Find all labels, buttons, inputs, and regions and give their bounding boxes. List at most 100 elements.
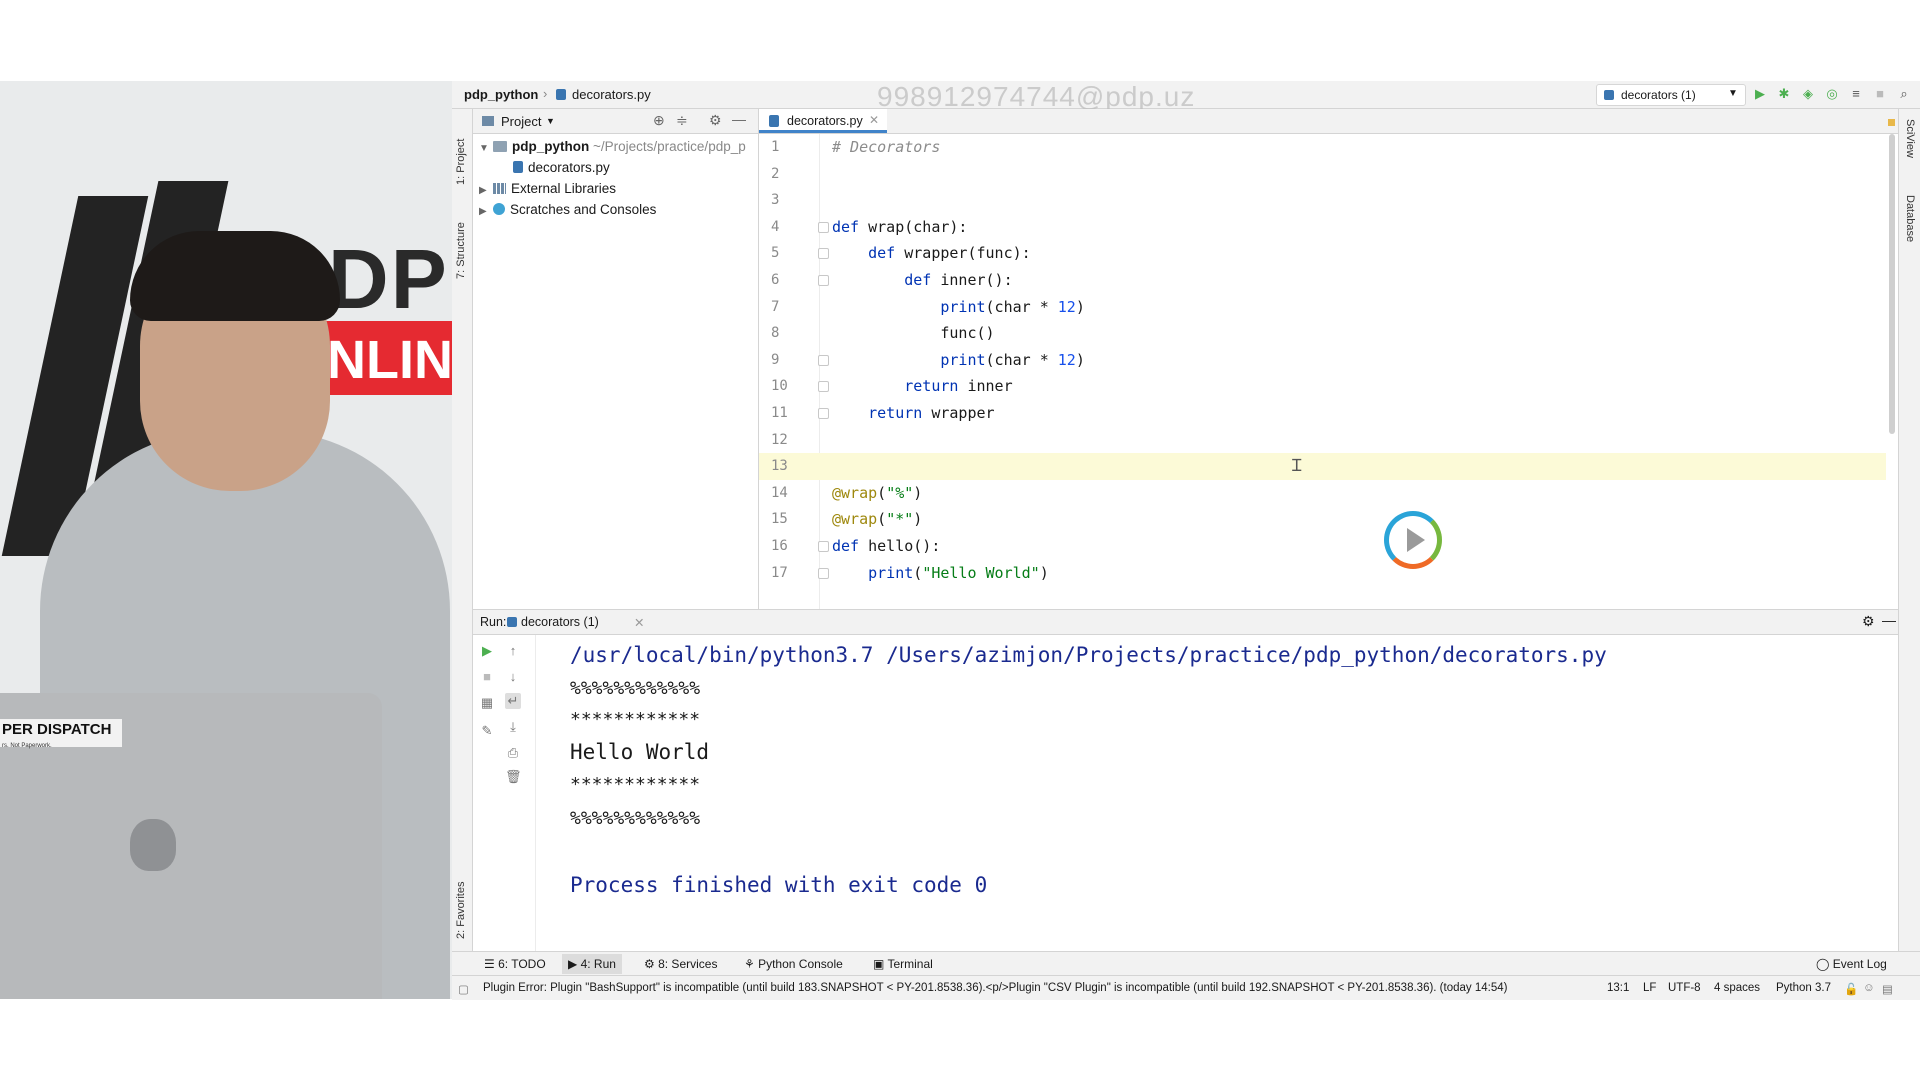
caret-position[interactable]: 13:1 bbox=[1607, 982, 1629, 994]
tab-event-log-label: Event Log bbox=[1832, 957, 1887, 971]
file-encoding[interactable]: UTF-8 bbox=[1668, 982, 1701, 994]
print-icon[interactable]: ⎙ bbox=[505, 745, 521, 761]
line-separator[interactable]: LF bbox=[1643, 982, 1656, 994]
lock-icon[interactable]: 🔓 bbox=[1844, 982, 1858, 996]
fold-marker-icon[interactable] bbox=[818, 381, 829, 393]
code-editor: decorators.py ✕ 1 # Decorators 2 3 4 def w… bbox=[759, 109, 1898, 633]
terminal-icon: ▣ bbox=[873, 957, 888, 971]
fold-marker-icon[interactable] bbox=[818, 221, 829, 233]
tab-run[interactable]: ▶ 4: Run bbox=[562, 954, 622, 974]
gear-icon[interactable]: ⚙ bbox=[1862, 613, 1875, 630]
scroll-to-end-icon[interactable]: ⤓ bbox=[505, 719, 521, 735]
stop-icon[interactable]: ■ bbox=[479, 669, 495, 685]
laptop-sticker-sub: rs. Not Paperwork. bbox=[2, 743, 52, 749]
arrow-up-icon[interactable]: ↑ bbox=[505, 643, 521, 659]
video-play-icon[interactable] bbox=[1384, 511, 1442, 569]
indent-setting[interactable]: 4 spaces bbox=[1714, 982, 1760, 994]
debug-icon[interactable]: ✱ bbox=[1776, 86, 1792, 102]
code-text: @wrap("*") bbox=[832, 510, 923, 529]
tab-database[interactable]: Database bbox=[1904, 195, 1916, 275]
python-file-icon bbox=[556, 89, 566, 100]
project-panel-title[interactable]: Project bbox=[501, 114, 541, 129]
tree-item-scratches[interactable]: ▶ Scratches and Consoles bbox=[479, 202, 656, 217]
tree-item-project-root[interactable]: ▼ pdp_python ~/Projects/practice/pdp_p bbox=[479, 139, 746, 154]
tab-todo[interactable]: ☰ 6: TODO bbox=[484, 957, 546, 971]
code-area[interactable]: 1 # Decorators 2 3 4 def wrap(char): 5 def… bbox=[759, 134, 1886, 633]
tab-python-console[interactable]: ⚘ Python Console bbox=[744, 957, 843, 971]
breadcrumb-project[interactable]: pdp_python bbox=[464, 87, 538, 102]
code-line: 11 return wrapper bbox=[759, 400, 1886, 427]
layout-icon[interactable]: ▦ bbox=[479, 695, 495, 711]
tab-sciview[interactable]: SciView bbox=[1904, 119, 1916, 179]
soft-wrap-icon[interactable]: ↵ bbox=[505, 693, 521, 709]
close-icon[interactable]: ✕ bbox=[634, 615, 644, 630]
collapse-all-icon[interactable]: ≑ bbox=[676, 112, 688, 129]
tab-structure[interactable]: 7: Structure bbox=[455, 199, 467, 279]
breadcrumb-file[interactable]: decorators.py bbox=[572, 87, 651, 102]
left-tool-strip: 1: Project 7: Structure 2: Favorites bbox=[452, 109, 473, 951]
tree-item-file[interactable]: decorators.py bbox=[513, 160, 610, 175]
scrollbar-thumb[interactable] bbox=[1889, 134, 1895, 434]
status-toggle-icon[interactable]: ▢ bbox=[458, 982, 469, 996]
run-tab-label[interactable]: decorators (1) bbox=[521, 615, 599, 629]
navigation-bar: pdp_python › decorators.py 998912974744@… bbox=[452, 81, 1920, 112]
line-number: 12 bbox=[771, 431, 788, 448]
trash-icon[interactable]: 🗑 bbox=[505, 769, 522, 785]
search-icon[interactable]: ⌕ bbox=[1896, 86, 1912, 102]
chevron-down-icon[interactable]: ▼ bbox=[546, 116, 555, 126]
ide-window: pdp_python › decorators.py 998912974744@… bbox=[452, 81, 1920, 1000]
concurrency-icon[interactable]: ≡ bbox=[1848, 86, 1864, 102]
tab-run-label: 4: Run bbox=[580, 957, 616, 971]
fold-marker-icon[interactable] bbox=[818, 354, 829, 366]
profile-icon[interactable]: ◎ bbox=[1824, 86, 1840, 102]
run-tool-window: Run: decorators (1) ✕ ⚙ — ▶ ↑ ■ ↓ ↵ ▦ ⤓ … bbox=[473, 609, 1898, 952]
fold-marker-icon[interactable] bbox=[818, 408, 829, 419]
run-configuration-label: decorators (1) bbox=[1621, 88, 1696, 102]
line-number: 3 bbox=[771, 192, 780, 209]
tab-python-console-label: Python Console bbox=[758, 957, 843, 971]
gear-icon[interactable]: ⚙ bbox=[709, 112, 722, 129]
line-number: 16 bbox=[771, 538, 788, 554]
python-icon: ⚘ bbox=[744, 957, 759, 971]
tree-item-label: External Libraries bbox=[511, 181, 617, 196]
fold-marker-icon[interactable] bbox=[818, 248, 829, 260]
close-icon[interactable]: ✕ bbox=[869, 113, 879, 127]
chevron-right-icon[interactable]: ▶ bbox=[479, 185, 493, 196]
chevron-right-icon[interactable]: ▶ bbox=[479, 206, 493, 217]
fold-marker-icon[interactable] bbox=[818, 541, 829, 552]
tab-decorators-py[interactable]: decorators.py ✕ bbox=[759, 109, 887, 133]
error-stripe-marker bbox=[1888, 119, 1895, 126]
run-toolbar: ▶ ↑ ■ ↓ ↵ ▦ ⤓ ✎ ⎙ 🗑 bbox=[473, 635, 536, 952]
code-text: def hello(): bbox=[832, 537, 941, 555]
tree-item-external-libraries[interactable]: ▶ External Libraries bbox=[479, 181, 616, 196]
inspector-icon[interactable]: ☺ bbox=[1863, 982, 1875, 994]
fold-marker-icon[interactable] bbox=[818, 275, 829, 286]
run-configuration-select[interactable]: decorators (1) ▼ bbox=[1596, 84, 1746, 106]
code-line: 14 @wrap("%") bbox=[759, 480, 1886, 507]
coverage-icon[interactable]: ◈ bbox=[1800, 86, 1816, 102]
locate-icon[interactable]: ⊕ bbox=[653, 112, 665, 129]
libraries-icon bbox=[493, 183, 506, 194]
run-icon[interactable]: ▶ bbox=[1752, 86, 1768, 102]
memory-icon[interactable]: ▤ bbox=[1882, 982, 1893, 996]
tab-project[interactable]: 1: Project bbox=[455, 115, 467, 185]
fold-marker-icon[interactable] bbox=[818, 567, 829, 579]
tab-event-log[interactable]: ◯ Event Log bbox=[1816, 957, 1887, 971]
hide-panel-icon[interactable]: — bbox=[732, 111, 746, 127]
hide-panel-icon[interactable]: — bbox=[1882, 612, 1896, 628]
editor-scrollbar[interactable] bbox=[1888, 134, 1896, 434]
rerun-icon[interactable]: ▶ bbox=[479, 643, 495, 659]
tab-services[interactable]: ⚙ 8: Services bbox=[644, 957, 717, 971]
status-message[interactable]: Plugin Error: Plugin "BashSupport" is in… bbox=[483, 982, 1543, 994]
tab-favorites[interactable]: 2: Favorites bbox=[455, 859, 467, 939]
chevron-down-icon[interactable]: ▼ bbox=[479, 143, 493, 154]
arrow-down-icon[interactable]: ↓ bbox=[505, 669, 521, 685]
stop-icon[interactable]: ■ bbox=[1872, 86, 1888, 102]
pin-icon[interactable]: ✎ bbox=[479, 723, 495, 739]
code-text: def wrapper(func): bbox=[868, 244, 1031, 263]
console-line: ************ bbox=[570, 774, 701, 795]
webcam-panel: PDP ONLINE PER DISPATCH rs. Not Paperwor… bbox=[0, 81, 452, 999]
python-interpreter[interactable]: Python 3.7 bbox=[1776, 982, 1831, 994]
tab-terminal[interactable]: ▣ Terminal bbox=[873, 957, 933, 971]
line-number: 4 bbox=[771, 218, 780, 235]
